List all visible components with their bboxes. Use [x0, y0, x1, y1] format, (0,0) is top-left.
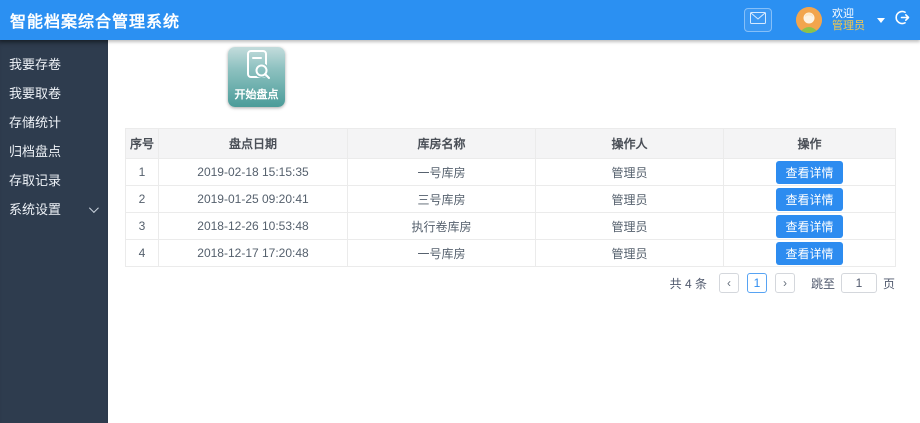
sidebar-item-system-settings[interactable]: 系统设置 [0, 195, 108, 224]
cell-warehouse: 执行卷库房 [347, 212, 536, 240]
chevron-down-icon [88, 203, 99, 214]
sidebar-item-label: 存储统计 [9, 115, 62, 130]
start-inventory-label: 开始盘点 [234, 89, 279, 101]
column-header-warehouse: 库房名称 [347, 128, 536, 159]
table-row: 1 2019-02-18 15:15:35 一号库房 管理员 查看详情 [125, 158, 896, 186]
pagination-jump-group: 跳至 页 [811, 273, 895, 293]
cell-date: 2018-12-17 17:20:48 [158, 239, 348, 267]
sidebar-item-retrieve-file[interactable]: 我要取卷 [0, 79, 108, 108]
cell-date: 2019-01-25 09:20:41 [158, 185, 348, 213]
sidebar-item-label: 归档盘点 [9, 144, 62, 159]
cell-warehouse: 一号库房 [347, 239, 536, 267]
pagination-next-button[interactable]: › [774, 273, 795, 293]
chevron-down-icon[interactable] [877, 17, 885, 23]
cell-operator: 管理员 [535, 158, 724, 186]
cell-operator: 管理员 [535, 239, 724, 267]
cell-no: 4 [125, 239, 159, 267]
table-row: 4 2018-12-17 17:20:48 一号库房 管理员 查看详情 [125, 239, 896, 267]
jump-suffix: 页 [882, 276, 895, 291]
avatar[interactable] [796, 7, 822, 33]
main-content: 开始盘点 序号 盘点日期 库房名称 操作人 操作 1 2019-02-18 15… [108, 40, 920, 423]
pagination-total: 共 4 条 [669, 276, 707, 291]
pagination-prev-button[interactable]: ‹ [718, 273, 739, 293]
cell-date: 2018-12-26 10:53:48 [158, 212, 348, 240]
inventory-table: 序号 盘点日期 库房名称 操作人 操作 1 2019-02-18 15:15:3… [125, 128, 896, 267]
view-details-button[interactable]: 查看详情 [776, 187, 843, 211]
jump-page-input[interactable] [840, 273, 877, 293]
column-header-action: 操作 [723, 128, 896, 159]
view-details-button[interactable]: 查看详情 [776, 214, 843, 238]
cell-no: 3 [125, 212, 159, 240]
cell-date: 2019-02-18 15:15:35 [158, 158, 348, 186]
table-header-row: 序号 盘点日期 库房名称 操作人 操作 [125, 128, 896, 159]
sidebar-item-storage-stats[interactable]: 存储统计 [0, 108, 108, 137]
sidebar-item-label: 我要存卷 [9, 57, 62, 72]
column-header-no: 序号 [125, 128, 159, 159]
column-header-operator: 操作人 [535, 128, 724, 159]
header-right-group: 欢迎 管理员 [744, 7, 910, 33]
inventory-table-wrap: 序号 盘点日期 库房名称 操作人 操作 1 2019-02-18 15:15:3… [125, 128, 896, 293]
envelope-icon [750, 11, 766, 29]
column-header-date: 盘点日期 [158, 128, 348, 159]
table-row: 2 2019-01-25 09:20:41 三号库房 管理员 查看详情 [125, 185, 896, 213]
table-row: 3 2018-12-26 10:53:48 执行卷库房 管理员 查看详情 [125, 212, 896, 240]
welcome-text: 欢迎 [832, 8, 854, 20]
messages-button[interactable] [744, 8, 772, 32]
cell-warehouse: 一号库房 [347, 158, 536, 186]
logout-button[interactable] [895, 10, 910, 30]
sidebar-item-access-records[interactable]: 存取记录 [0, 166, 108, 195]
sidebar-item-label: 我要取卷 [9, 86, 62, 101]
pagination-page-1-button[interactable]: 1 [746, 273, 767, 293]
pagination: 共 4 条 ‹ 1 › 跳至 页 [125, 273, 895, 293]
sidebar-item-label: 系统设置 [9, 202, 62, 217]
cell-warehouse: 三号库房 [347, 185, 536, 213]
app-header: 智能档案综合管理系统 欢迎 管理员 [0, 0, 920, 40]
jump-label: 跳至 [810, 276, 835, 291]
start-inventory-button[interactable]: 开始盘点 [228, 47, 285, 107]
app-title: 智能档案综合管理系统 [10, 14, 181, 31]
username-text: 管理员 [832, 20, 865, 32]
sidebar-item-archive-inventory[interactable]: 归档盘点 [0, 137, 108, 166]
user-info[interactable]: 欢迎 管理员 [832, 8, 865, 32]
view-details-button[interactable]: 查看详情 [776, 241, 843, 265]
sidebar: 我要存卷 我要取卷 存储统计 归档盘点 存取记录 系统设置 [0, 40, 108, 423]
cell-no: 1 [125, 158, 159, 186]
cell-operator: 管理员 [535, 185, 724, 213]
sidebar-item-label: 存取记录 [9, 173, 62, 188]
cell-no: 2 [125, 185, 159, 213]
logout-icon [895, 10, 910, 30]
sidebar-item-store-file[interactable]: 我要存卷 [0, 50, 108, 79]
archive-search-icon [240, 48, 274, 85]
view-details-button[interactable]: 查看详情 [776, 160, 843, 184]
cell-operator: 管理员 [535, 212, 724, 240]
